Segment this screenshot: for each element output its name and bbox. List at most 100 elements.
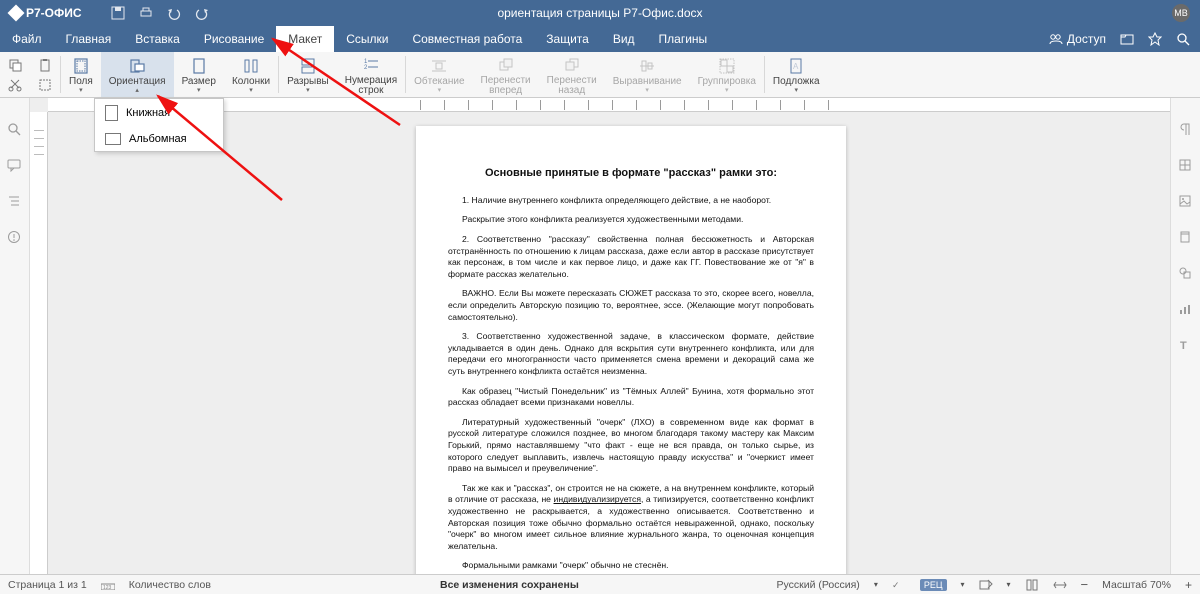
doc-paragraph: ВАЖНО. Если Вы можете пересказать СЮЖЕТ … — [448, 288, 814, 323]
status-bar: Страница 1 из 1 123 Количество слов Все … — [0, 574, 1200, 594]
linenumbers-icon: 12 — [361, 56, 381, 74]
main-menu: Файл Главная Вставка Рисование Макет Ссы… — [0, 26, 1200, 52]
orientation-dropdown: Книжная Альбомная — [94, 98, 224, 152]
svg-text:T: T — [1180, 340, 1187, 352]
wrapping-label: Обтекание — [414, 76, 464, 87]
tab-references[interactable]: Ссылки — [334, 26, 400, 52]
align-label: Выравнивание — [613, 76, 682, 87]
svg-text:✓: ✓ — [892, 580, 900, 590]
copy-icon[interactable] — [6, 57, 24, 73]
vertical-ruler[interactable] — [30, 112, 48, 574]
left-sidebar — [0, 98, 30, 574]
doc-paragraph: 1. Наличие внутреннего конфликта определ… — [448, 195, 814, 207]
comments-icon[interactable] — [7, 158, 23, 174]
favorite-icon[interactable] — [1148, 32, 1162, 46]
tab-layout[interactable]: Макет — [276, 26, 334, 52]
wordcount-label[interactable]: Количество слов — [129, 579, 211, 591]
paragraph-settings-icon[interactable] — [1178, 122, 1194, 138]
zoom-in-button[interactable]: + — [1185, 578, 1192, 592]
print-icon[interactable] — [138, 5, 154, 21]
document-title: ориентация страницы Р7-Офис.docx — [497, 6, 702, 20]
undo-icon[interactable] — [166, 5, 182, 21]
doc-paragraph: 3. Соответственно художественной задаче,… — [448, 331, 814, 377]
margins-button[interactable]: Поля ▾ — [61, 52, 101, 97]
select-all-icon[interactable] — [36, 77, 54, 93]
tab-protect[interactable]: Защита — [534, 26, 601, 52]
bring-forward-icon — [496, 56, 516, 74]
orientation-label: Ориентация — [109, 76, 166, 87]
page-count[interactable]: Страница 1 из 1 — [8, 579, 87, 591]
find-icon[interactable] — [7, 122, 23, 138]
watermark-label: Подложка — [773, 76, 820, 87]
textart-settings-icon[interactable]: T — [1178, 338, 1194, 354]
save-status: Все изменения сохранены — [440, 579, 579, 591]
doc-language[interactable]: Русский (Россия) — [777, 579, 860, 591]
feedback-icon[interactable] — [7, 230, 23, 246]
redo-icon[interactable] — [194, 5, 210, 21]
group-button: Группировка ▾ — [690, 52, 764, 97]
headings-icon[interactable] — [7, 194, 23, 210]
tab-view[interactable]: Вид — [601, 26, 647, 52]
breaks-button[interactable]: Разрывы ▾ — [279, 52, 337, 97]
wordcount-icon: 123 — [101, 580, 115, 590]
columns-icon — [241, 57, 261, 75]
header-footer-icon[interactable] — [1178, 230, 1194, 246]
zoom-label[interactable]: Масштаб 70% — [1102, 579, 1171, 591]
margins-label: Поля — [69, 76, 93, 87]
user-avatar[interactable]: MB — [1172, 4, 1190, 22]
columns-button[interactable]: Колонки ▾ — [224, 52, 278, 97]
zoom-out-button[interactable]: − — [1081, 577, 1089, 592]
orientation-landscape[interactable]: Альбомная — [95, 127, 223, 151]
table-settings-icon[interactable] — [1178, 158, 1194, 174]
align-button: Выравнивание ▾ — [605, 52, 690, 97]
track-changes-badge[interactable]: РЕЦ — [920, 579, 947, 591]
fit-width-icon[interactable] — [1053, 579, 1067, 591]
doc-paragraph: Раскрытие этого конфликта реализуется ху… — [448, 214, 814, 226]
wrapping-button: Обтекание ▾ — [406, 52, 472, 97]
doc-paragraph: Формальными рамками "очерк" обычно не ст… — [448, 560, 814, 572]
linenumbers-label2: строк — [358, 85, 383, 96]
watermark-button[interactable]: A Подложка ▾ — [765, 52, 828, 97]
share-button[interactable]: Доступ — [1049, 32, 1106, 46]
open-location-icon[interactable] — [1120, 33, 1134, 45]
tab-file[interactable]: Файл — [0, 26, 54, 52]
share-label: Доступ — [1067, 32, 1106, 46]
watermark-icon: A — [786, 57, 806, 75]
shape-settings-icon[interactable] — [1178, 266, 1194, 282]
tab-plugins[interactable]: Плагины — [647, 26, 720, 52]
send-backward-button: Перенести назад — [539, 52, 605, 97]
tab-collab[interactable]: Совместная работа — [400, 26, 534, 52]
orientation-button[interactable]: Ориентация ▴ — [101, 52, 174, 97]
margins-icon — [71, 57, 91, 75]
linenumbers-button[interactable]: 12 Нумерация строк — [337, 52, 405, 97]
cut-icon[interactable] — [6, 77, 24, 93]
orientation-icon — [127, 57, 147, 75]
landscape-icon — [105, 133, 121, 145]
doc-paragraph: Так же как и "рассказ", он строится не н… — [448, 483, 814, 553]
svg-text:123: 123 — [103, 585, 112, 590]
chart-settings-icon[interactable] — [1178, 302, 1194, 318]
tab-draw[interactable]: Рисование — [192, 26, 276, 52]
track-changes-icon[interactable] — [979, 579, 993, 591]
right-sidebar: T — [1170, 98, 1200, 574]
size-icon — [189, 57, 209, 75]
fit-page-icon[interactable] — [1025, 579, 1039, 591]
svg-text:2: 2 — [364, 65, 368, 71]
portrait-icon — [105, 105, 118, 121]
svg-text:A: A — [793, 62, 799, 71]
orientation-portrait[interactable]: Книжная — [95, 99, 223, 127]
tab-home[interactable]: Главная — [54, 26, 124, 52]
spellcheck-icon[interactable]: ✓ — [892, 579, 906, 591]
size-button[interactable]: Размер ▾ — [174, 52, 224, 97]
group-icon — [717, 57, 737, 75]
doc-paragraph: 2. Соответственно "рассказу" свойственна… — [448, 234, 814, 280]
ribbon: Поля ▾ Ориентация ▴ Размер ▾ Колонки ▾ Р… — [0, 52, 1200, 98]
document-page[interactable]: Основные принятые в формате "рассказ" ра… — [416, 126, 846, 574]
tab-insert[interactable]: Вставка — [123, 26, 192, 52]
save-icon[interactable] — [110, 5, 126, 21]
search-icon[interactable] — [1176, 32, 1190, 46]
app-logo: Р7-ОФИС — [0, 6, 92, 20]
image-settings-icon[interactable] — [1178, 194, 1194, 210]
paste-icon[interactable] — [36, 57, 54, 73]
doc-paragraph: Литературный художественный "очерк" (ЛХО… — [448, 417, 814, 475]
